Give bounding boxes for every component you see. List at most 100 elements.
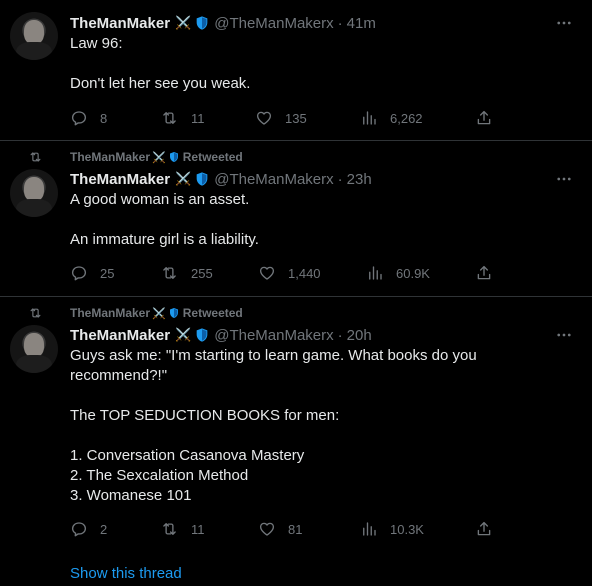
view-count: 10.3K: [390, 521, 424, 537]
like-button[interactable]: 81: [258, 519, 302, 539]
reply-button[interactable]: 8: [70, 108, 107, 128]
retweeter-name[interactable]: TheManMaker: [70, 306, 150, 320]
retweet-button[interactable]: 11: [160, 108, 205, 128]
crossed-swords-emoji: ⚔️: [152, 307, 166, 320]
like-button[interactable]: 135: [255, 108, 307, 128]
reply-count: 25: [100, 265, 115, 281]
tweet-text-line: [70, 386, 570, 406]
views-chart-icon: [363, 111, 376, 125]
separator-dot: ·: [337, 326, 343, 344]
timeline: TheManMaker ⚔️ @TheManMakerx · 41m Law 9…: [0, 0, 592, 586]
retweeter-name[interactable]: TheManMaker: [70, 150, 150, 164]
tweet-text-line: Don't let her see you weak.: [70, 75, 251, 92]
share-button[interactable]: [475, 263, 505, 283]
tweet-text-line: [70, 210, 570, 230]
retweeted-label: Retweeted: [182, 306, 243, 320]
retweet-icon: [163, 112, 176, 124]
timestamp[interactable]: 41m: [347, 15, 376, 32]
reply-count: 2: [100, 521, 108, 537]
verified-badge-icon: [194, 15, 210, 31]
heart-icon: [259, 522, 275, 536]
verified-badge-icon: [168, 151, 180, 163]
reply-icon: [71, 111, 87, 126]
action-bar: 2 11 81 10.3K: [70, 519, 500, 539]
timestamp[interactable]: 23h: [347, 171, 372, 188]
retweet-count: 11: [191, 110, 205, 126]
avatar[interactable]: [10, 325, 58, 373]
tweet-text-line: The TOP SEDUCTION BOOKS for men:: [70, 407, 340, 424]
tweet[interactable]: TheManMaker ⚔️ Retweeted TheManMaker ⚔️ …: [0, 141, 592, 297]
more-options-icon[interactable]: [554, 169, 574, 189]
views-button[interactable]: 60.9K: [366, 263, 430, 283]
more-options-icon[interactable]: [554, 13, 574, 33]
tweet-header: TheManMaker ⚔️ @TheManMakerx · 41m: [70, 13, 376, 33]
retweet-icon: [28, 306, 50, 320]
reply-button[interactable]: 25: [70, 263, 114, 283]
tweet-text-line: An immature girl is a liability.: [70, 231, 259, 248]
tweet-text-line: recommend?!": [70, 367, 168, 384]
like-button[interactable]: 1,440: [258, 263, 321, 283]
views-chart-icon: [363, 522, 376, 536]
reply-count: 8: [100, 110, 108, 126]
heart-icon: [259, 266, 275, 280]
tweet-header: TheManMaker ⚔️ @TheManMakerx · 23h: [70, 169, 372, 189]
share-icon: [477, 521, 491, 536]
reply-icon: [71, 522, 87, 537]
crossed-swords-emoji: ⚔️: [152, 151, 166, 164]
avatar[interactable]: [10, 169, 58, 217]
handle[interactable]: @TheManMakerx: [214, 15, 333, 32]
crossed-swords-emoji: ⚔️: [175, 171, 192, 186]
show-thread-link[interactable]: Show this thread: [70, 565, 182, 582]
timestamp[interactable]: 20h: [347, 327, 372, 344]
retweet-icon: [163, 267, 176, 279]
crossed-swords-emoji: ⚔️: [175, 15, 192, 30]
avatar[interactable]: [10, 12, 58, 60]
tweet[interactable]: TheManMaker ⚔️ @TheManMakerx · 41m Law 9…: [0, 0, 592, 141]
retweeted-label: Retweeted: [182, 150, 243, 164]
share-icon: [477, 110, 491, 125]
reply-button[interactable]: 2: [70, 519, 107, 539]
retweet-context: TheManMaker ⚔️ Retweeted: [28, 305, 243, 321]
tweet-header: TheManMaker ⚔️ @TheManMakerx · 20h: [70, 325, 372, 345]
retweet-button[interactable]: 255: [160, 263, 213, 283]
action-bar: 25 255 1,440 60.9K: [70, 263, 500, 283]
retweet-context: TheManMaker ⚔️ Retweeted: [28, 149, 243, 165]
crossed-swords-emoji: ⚔️: [175, 327, 192, 342]
views-button[interactable]: 10.3K: [360, 519, 424, 539]
reply-icon: [71, 266, 87, 281]
views-chart-icon: [369, 266, 382, 280]
heart-icon: [256, 111, 272, 125]
like-count: 1,440: [288, 265, 321, 281]
more-options-icon[interactable]: [554, 325, 574, 345]
views-button[interactable]: 6,262: [360, 108, 423, 128]
retweet-icon: [28, 150, 50, 164]
separator-dot: ·: [337, 170, 343, 188]
display-name[interactable]: TheManMaker: [70, 171, 170, 188]
share-icon: [477, 265, 491, 280]
verified-badge-icon: [194, 171, 210, 187]
tweet-text-line: Guys ask me: "I'm starting to learn game…: [70, 347, 477, 364]
share-button[interactable]: [475, 108, 505, 128]
handle[interactable]: @TheManMakerx: [214, 171, 333, 188]
display-name[interactable]: TheManMaker: [70, 327, 170, 344]
action-bar: 8 11 135 6,262: [70, 108, 500, 128]
retweet-button[interactable]: 11: [160, 519, 205, 539]
share-button[interactable]: [475, 519, 505, 539]
verified-badge-icon: [194, 327, 210, 343]
retweet-count: 255: [191, 265, 213, 281]
like-count: 135: [285, 110, 307, 126]
tweet-text: Law 96: Don't let her see you weak.: [70, 34, 570, 94]
verified-badge-icon: [168, 307, 180, 319]
tweet-text-line: [70, 426, 570, 446]
view-count: 60.9K: [396, 265, 430, 281]
view-count: 6,262: [390, 110, 423, 126]
tweet-text-line: Law 96:: [70, 35, 123, 52]
tweet-text-line: 2. The Sexcalation Method: [70, 467, 249, 484]
separator-dot: ·: [337, 14, 343, 32]
tweet-text: Guys ask me: "I'm starting to learn game…: [70, 346, 570, 506]
display-name[interactable]: TheManMaker: [70, 15, 170, 32]
like-count: 81: [288, 521, 303, 537]
handle[interactable]: @TheManMakerx: [214, 327, 333, 344]
tweet-text-line: A good woman is an asset.: [70, 191, 250, 208]
tweet[interactable]: TheManMaker ⚔️ Retweeted TheManMaker ⚔️ …: [0, 297, 592, 586]
